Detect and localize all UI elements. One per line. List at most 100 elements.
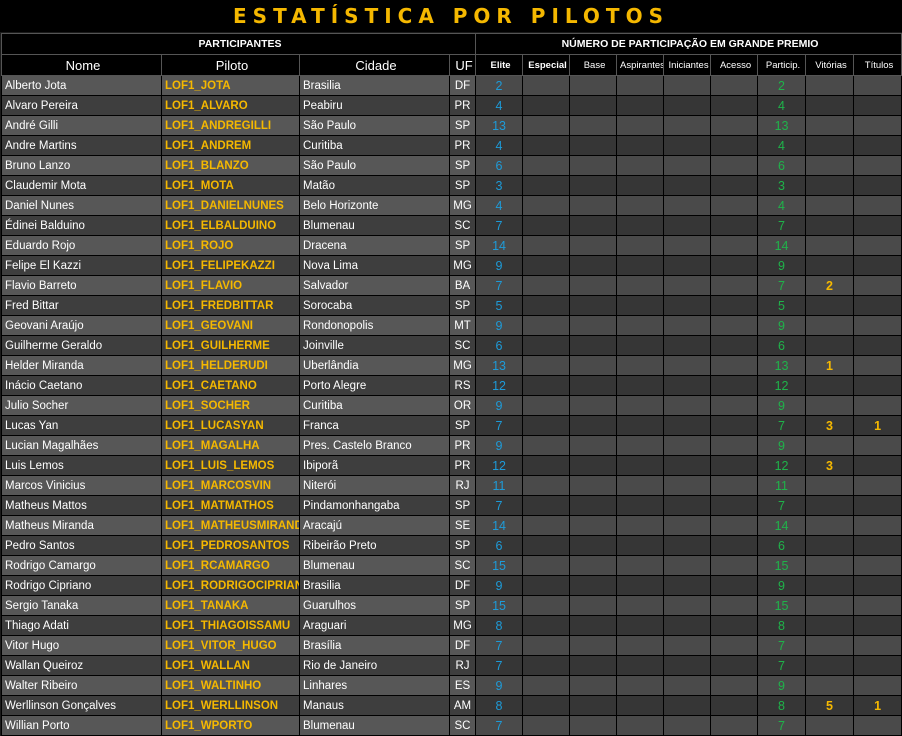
cell-particip[interactable]: 15: [757, 555, 807, 576]
cell-iniciantes[interactable]: [663, 235, 712, 256]
cell-nome[interactable]: Édinei Balduino: [1, 215, 162, 236]
cell-aspirantes[interactable]: [616, 535, 665, 556]
cell-acesso[interactable]: [710, 395, 759, 416]
cell-iniciantes[interactable]: [663, 655, 712, 676]
cell-iniciantes[interactable]: [663, 315, 712, 336]
cell-uf[interactable]: DF: [448, 75, 477, 96]
cell-piloto[interactable]: LOF1_FREDBITTAR: [161, 295, 300, 316]
cell-particip[interactable]: 6: [757, 535, 807, 556]
cell-uf[interactable]: DF: [448, 575, 477, 596]
cell-aspirantes[interactable]: [616, 675, 665, 696]
cell-vitorias[interactable]: [805, 715, 855, 736]
cell-piloto[interactable]: LOF1_ANDREM: [161, 135, 300, 156]
cell-particip[interactable]: 2: [757, 75, 807, 96]
cell-titulos[interactable]: [853, 375, 902, 396]
cell-nome[interactable]: Marcos Vinicius: [1, 475, 162, 496]
cell-base[interactable]: [569, 555, 618, 576]
cell-piloto[interactable]: LOF1_DANIELNUNES: [161, 195, 300, 216]
cell-acesso[interactable]: [710, 155, 759, 176]
cell-aspirantes[interactable]: [616, 115, 665, 136]
cell-titulos[interactable]: [853, 715, 902, 736]
cell-particip[interactable]: 5: [757, 295, 807, 316]
cell-titulos[interactable]: [853, 275, 902, 296]
cell-cidade[interactable]: Linhares: [299, 675, 450, 696]
cell-acesso[interactable]: [710, 435, 759, 456]
cell-titulos[interactable]: 1: [853, 695, 902, 716]
cell-base[interactable]: [569, 415, 618, 436]
cell-especial[interactable]: [522, 375, 571, 396]
cell-iniciantes[interactable]: [663, 375, 712, 396]
cell-especial[interactable]: [522, 415, 571, 436]
cell-uf[interactable]: SP: [448, 495, 477, 516]
cell-acesso[interactable]: [710, 135, 759, 156]
cell-aspirantes[interactable]: [616, 375, 665, 396]
cell-aspirantes[interactable]: [616, 315, 665, 336]
cell-iniciantes[interactable]: [663, 575, 712, 596]
cell-nome[interactable]: Eduardo Rojo: [1, 235, 162, 256]
cell-base[interactable]: [569, 375, 618, 396]
cell-elite[interactable]: 4: [475, 95, 524, 116]
cell-acesso[interactable]: [710, 95, 759, 116]
cell-nome[interactable]: Pedro Santos: [1, 535, 162, 556]
cell-uf[interactable]: SC: [448, 715, 477, 736]
cell-elite[interactable]: 8: [475, 695, 524, 716]
cell-uf[interactable]: RS: [448, 375, 477, 396]
cell-cidade[interactable]: Blumenau: [299, 555, 450, 576]
cell-nome[interactable]: Flavio Barreto: [1, 275, 162, 296]
cell-nome[interactable]: Geovani Araújo: [1, 315, 162, 336]
cell-aspirantes[interactable]: [616, 275, 665, 296]
cell-nome[interactable]: Rodrigo Camargo: [1, 555, 162, 576]
cell-vitorias[interactable]: 2: [805, 275, 855, 296]
cell-base[interactable]: [569, 175, 618, 196]
cell-uf[interactable]: SC: [448, 335, 477, 356]
cell-titulos[interactable]: [853, 135, 902, 156]
cell-aspirantes[interactable]: [616, 415, 665, 436]
cell-iniciantes[interactable]: [663, 695, 712, 716]
cell-piloto[interactable]: LOF1_ELBALDUINO: [161, 215, 300, 236]
cell-uf[interactable]: SC: [448, 215, 477, 236]
cell-especial[interactable]: [522, 495, 571, 516]
cell-particip[interactable]: 3: [757, 175, 807, 196]
cell-particip[interactable]: 9: [757, 255, 807, 276]
cell-elite[interactable]: 13: [475, 115, 524, 136]
cell-aspirantes[interactable]: [616, 515, 665, 536]
cell-aspirantes[interactable]: [616, 395, 665, 416]
cell-cidade[interactable]: São Paulo: [299, 115, 450, 136]
cell-titulos[interactable]: [853, 235, 902, 256]
cell-especial[interactable]: [522, 715, 571, 736]
cell-piloto[interactable]: LOF1_MOTA: [161, 175, 300, 196]
cell-acesso[interactable]: [710, 375, 759, 396]
cell-especial[interactable]: [522, 115, 571, 136]
cell-titulos[interactable]: [853, 675, 902, 696]
cell-base[interactable]: [569, 335, 618, 356]
cell-acesso[interactable]: [710, 175, 759, 196]
cell-base[interactable]: [569, 695, 618, 716]
cell-elite[interactable]: 13: [475, 355, 524, 376]
cell-uf[interactable]: PR: [448, 435, 477, 456]
cell-piloto[interactable]: LOF1_MATHEUSMIRANDA: [161, 515, 300, 536]
cell-especial[interactable]: [522, 675, 571, 696]
cell-cidade[interactable]: Blumenau: [299, 715, 450, 736]
cell-titulos[interactable]: [853, 335, 902, 356]
cell-iniciantes[interactable]: [663, 275, 712, 296]
cell-elite[interactable]: 7: [475, 415, 524, 436]
cell-cidade[interactable]: Pindamonhangaba: [299, 495, 450, 516]
cell-base[interactable]: [569, 75, 618, 96]
cell-vitorias[interactable]: [805, 675, 855, 696]
cell-iniciantes[interactable]: [663, 175, 712, 196]
cell-cidade[interactable]: Ibiporã: [299, 455, 450, 476]
cell-piloto[interactable]: LOF1_FELIPEKAZZI: [161, 255, 300, 276]
cell-nome[interactable]: Werllinson Gonçalves: [1, 695, 162, 716]
cell-uf[interactable]: ES: [448, 675, 477, 696]
cell-base[interactable]: [569, 315, 618, 336]
cell-base[interactable]: [569, 355, 618, 376]
cell-aspirantes[interactable]: [616, 255, 665, 276]
cell-cidade[interactable]: Belo Horizonte: [299, 195, 450, 216]
cell-particip[interactable]: 7: [757, 215, 807, 236]
cell-acesso[interactable]: [710, 715, 759, 736]
cell-acesso[interactable]: [710, 355, 759, 376]
cell-vitorias[interactable]: [805, 375, 855, 396]
cell-especial[interactable]: [522, 695, 571, 716]
cell-aspirantes[interactable]: [616, 155, 665, 176]
cell-aspirantes[interactable]: [616, 555, 665, 576]
